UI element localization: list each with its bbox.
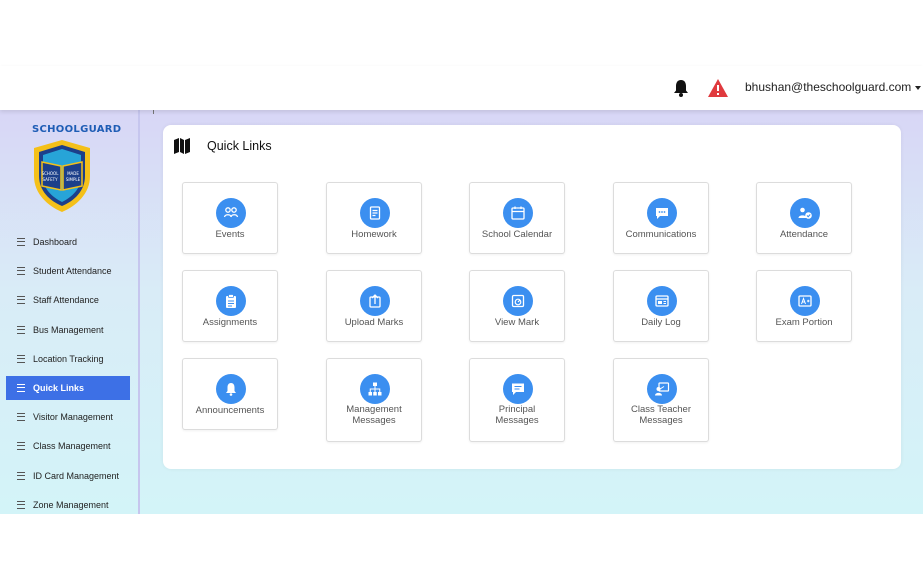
menu-icon	[17, 238, 25, 246]
quick-link-exam-portion[interactable]: Exam Portion	[756, 270, 852, 342]
people-icon	[216, 198, 246, 228]
sidebar-item-label: Bus Management	[33, 325, 104, 335]
badge-text-made: MADE	[67, 171, 79, 176]
label-line-1: Principal	[498, 404, 536, 415]
view-mark-icon	[503, 286, 533, 316]
brand-logo: SCHOOL SAFETY MADE SIMPLE	[34, 140, 90, 212]
clipboard-icon	[216, 286, 246, 316]
quick-link-communications[interactable]: Communications	[613, 182, 709, 254]
quick-link-label: Homework	[351, 229, 397, 240]
sidebar-item-id-card-management[interactable]: ID Card Management	[6, 464, 130, 488]
quick-link-label: Events	[215, 229, 245, 240]
label-line-1: Class Teacher	[630, 404, 692, 415]
quick-link-label: Communications	[625, 229, 697, 240]
sidebar-item-student-attendance[interactable]: Student Attendance	[6, 259, 130, 283]
sidebar-item-staff-attendance[interactable]: Staff Attendance	[6, 288, 130, 312]
sidebar-item-location-tracking[interactable]: Location Tracking	[6, 347, 130, 371]
quick-link-class-teacher-messages[interactable]: Class Teacher Messages	[613, 358, 709, 442]
attendance-icon	[790, 198, 820, 228]
quick-link-upload-marks[interactable]: Upload Marks	[326, 270, 422, 342]
menu-icon	[17, 413, 25, 421]
upload-icon	[360, 286, 390, 316]
quick-link-announcements[interactable]: Announcements	[182, 358, 278, 430]
user-menu[interactable]: bhushan@theschoolguard.com	[745, 80, 922, 94]
sidebar-item-label: ID Card Management	[33, 471, 120, 481]
sidebar-item-label: Visitor Management	[33, 412, 113, 422]
sidebar-item-label: Dashboard	[33, 237, 78, 247]
label-line-2: Messages	[639, 415, 683, 426]
teacher-icon	[647, 374, 677, 404]
quick-link-label: Announcements	[195, 405, 265, 416]
label-line-2: Messages	[352, 415, 396, 426]
menu-icon	[17, 267, 25, 275]
sidebar: SCHOOLGUARD SCHOOL SAFETY MADE SIMPLE Da…	[0, 110, 140, 514]
page-body: SCHOOLGUARD SCHOOL SAFETY MADE SIMPLE Da…	[0, 110, 923, 514]
quick-link-label: Attendance	[779, 229, 829, 240]
quick-link-daily-log[interactable]: Daily Log	[613, 270, 709, 342]
sidebar-item-quick-links[interactable]: Quick Links	[6, 376, 130, 400]
brand-name: SCHOOLGUARD	[32, 124, 122, 135]
quick-link-label: Management Messages	[327, 404, 421, 426]
sidebar-item-label: Zone Management	[33, 500, 109, 510]
bell-icon[interactable]	[671, 78, 691, 98]
badge-text-safety: SAFETY	[42, 177, 58, 182]
quick-link-school-calendar[interactable]: School Calendar	[469, 182, 565, 254]
menu-icon	[17, 442, 25, 450]
quick-link-label: Assignments	[202, 317, 258, 328]
quick-link-label: Exam Portion	[775, 317, 833, 328]
panel-header: Quick Links	[173, 136, 272, 156]
menu-icon	[17, 296, 25, 304]
org-chart-icon	[360, 374, 390, 404]
badge-text-simple: SIMPLE	[66, 177, 81, 182]
sidebar-item-zone-management[interactable]: Zone Management	[6, 493, 130, 514]
menu-icon	[17, 384, 25, 392]
map-icon	[174, 138, 190, 154]
label-line-1: Management	[346, 404, 402, 415]
sidebar-item-label: Class Management	[33, 441, 111, 451]
document-icon	[360, 198, 390, 228]
page-title: Quick Links	[207, 139, 272, 153]
sidebar-item-label: Student Attendance	[33, 266, 112, 276]
badge-text-school: SCHOOL	[42, 171, 60, 176]
quick-link-label: School Calendar	[481, 229, 553, 240]
quick-link-label: View Mark	[494, 317, 540, 328]
quick-link-label: Daily Log	[641, 317, 681, 328]
quick-link-events[interactable]: Events	[182, 182, 278, 254]
quick-link-view-mark[interactable]: View Mark	[469, 270, 565, 342]
sidebar-item-label: Staff Attendance	[33, 295, 99, 305]
quick-link-label: Upload Marks	[344, 317, 404, 328]
warning-icon[interactable]	[707, 78, 729, 98]
menu-icon	[17, 472, 25, 480]
bell-icon	[216, 374, 246, 404]
label-line-2: Messages	[495, 415, 539, 426]
calendar-icon	[503, 198, 533, 228]
divider	[153, 110, 154, 114]
quick-links-panel: Quick Links Events Homework School Calen…	[163, 125, 901, 469]
quick-link-label: Principal Messages	[470, 404, 564, 426]
quick-link-label: Class Teacher Messages	[614, 404, 708, 426]
chat-icon	[647, 198, 677, 228]
menu-icon	[17, 355, 25, 363]
quick-link-attendance[interactable]: Attendance	[756, 182, 852, 254]
log-icon	[647, 286, 677, 316]
menu-icon	[17, 501, 25, 509]
sidebar-item-label: Location Tracking	[33, 354, 104, 364]
sidebar-item-bus-management[interactable]: Bus Management	[6, 318, 130, 342]
top-navbar: bhushan@theschoolguard.com	[0, 66, 923, 110]
sidebar-item-dashboard[interactable]: Dashboard	[6, 230, 130, 254]
quick-link-homework[interactable]: Homework	[326, 182, 422, 254]
message-icon	[503, 374, 533, 404]
quick-link-management-messages[interactable]: Management Messages	[326, 358, 422, 442]
grade-icon	[790, 286, 820, 316]
user-email: bhushan@theschoolguard.com	[745, 80, 912, 94]
sidebar-item-class-management[interactable]: Class Management	[6, 434, 130, 458]
quick-link-principal-messages[interactable]: Principal Messages	[469, 358, 565, 442]
sidebar-item-visitor-management[interactable]: Visitor Management	[6, 405, 130, 429]
sidebar-item-label: Quick Links	[33, 383, 85, 393]
menu-icon	[17, 326, 25, 334]
quick-link-assignments[interactable]: Assignments	[182, 270, 278, 342]
chevron-down-icon	[915, 85, 922, 90]
